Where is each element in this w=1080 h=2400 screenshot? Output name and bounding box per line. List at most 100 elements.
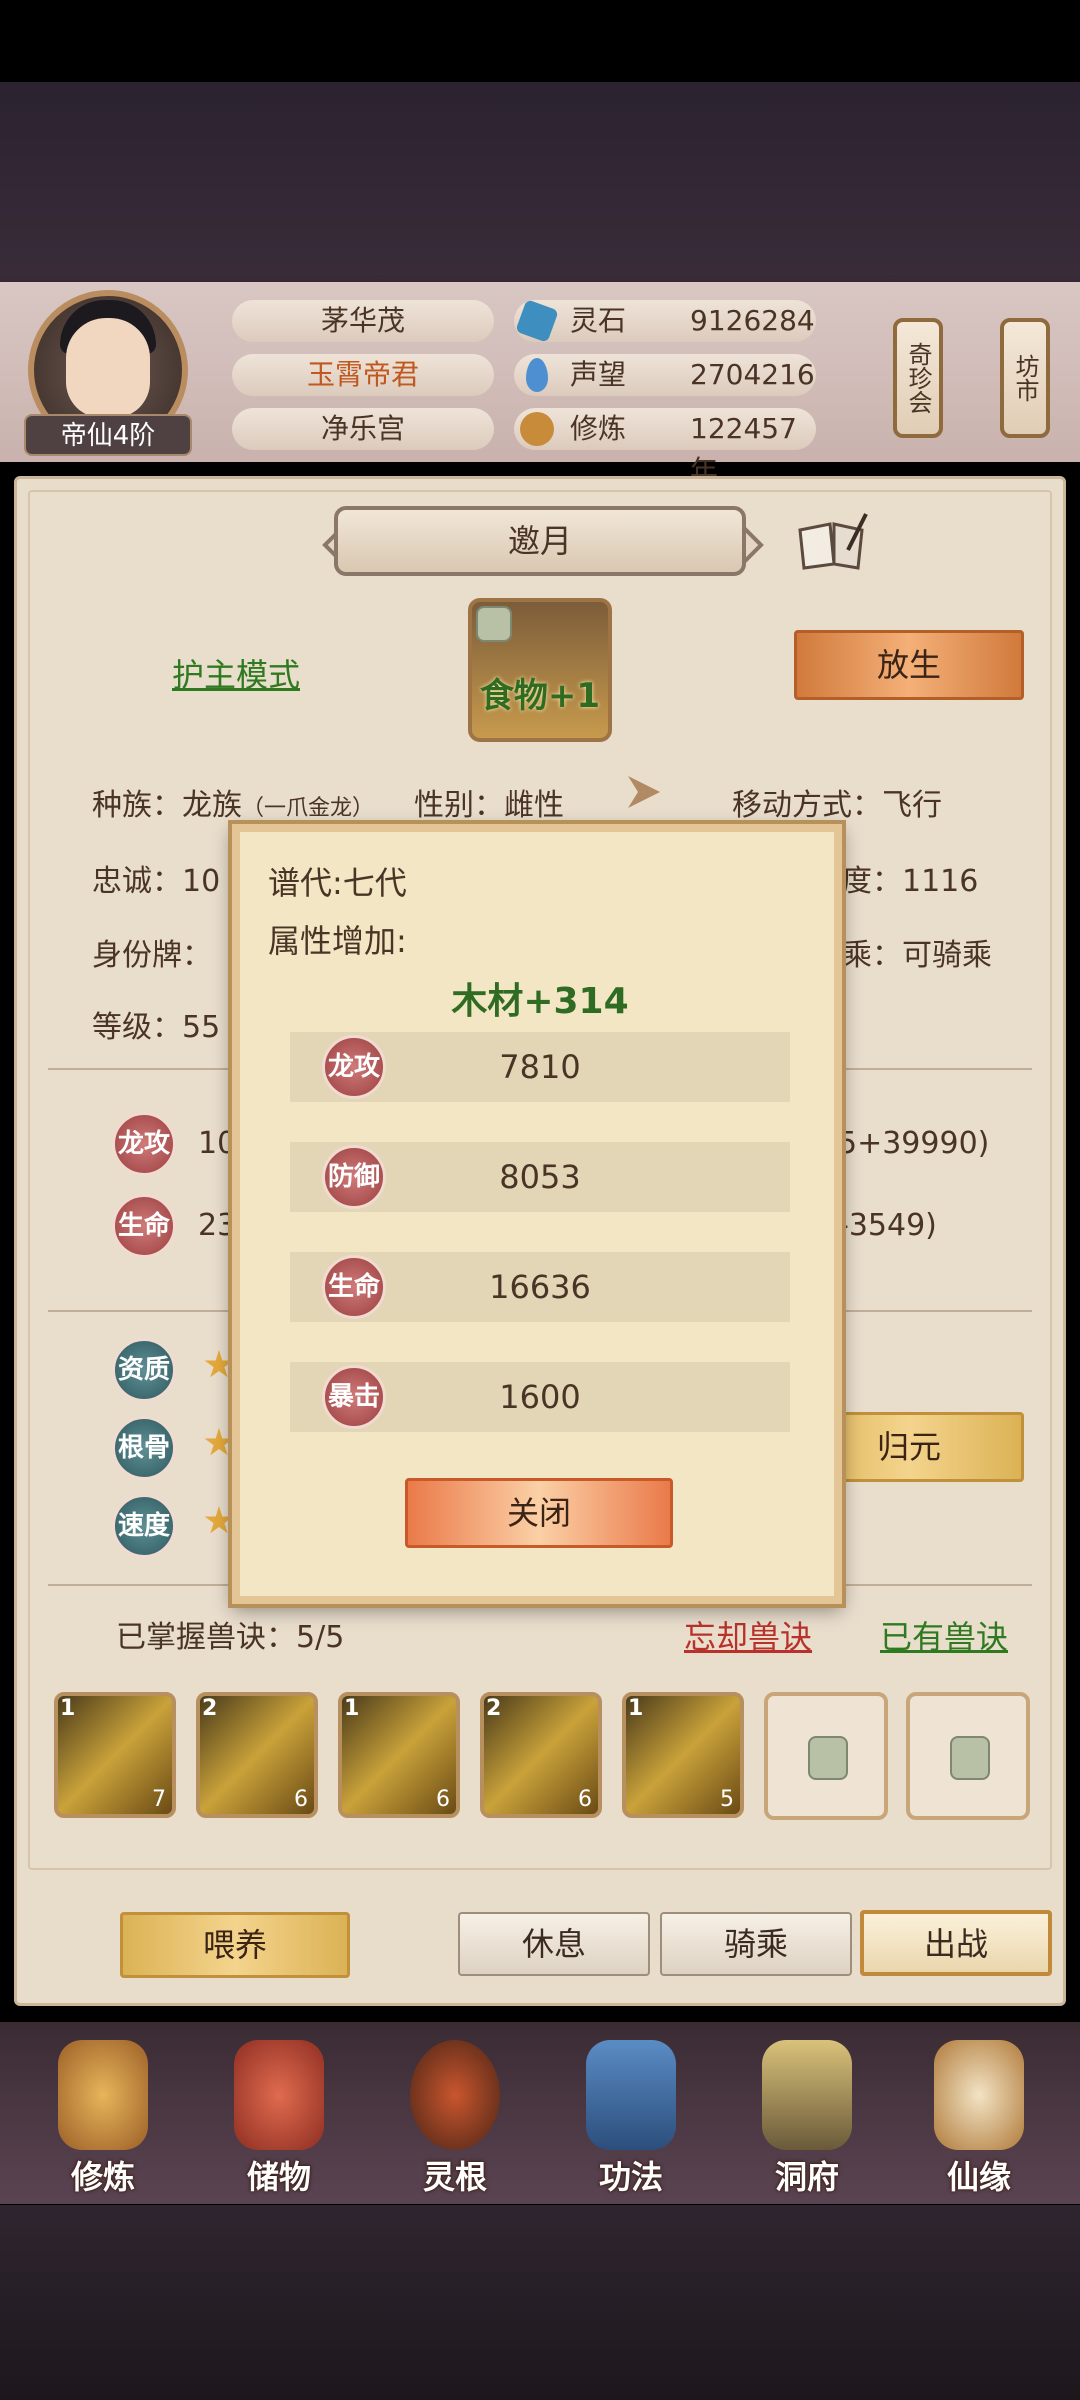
bottom-backdrop [0,2205,1080,2400]
resource-label: 灵石 [570,304,627,337]
race-value: 种族：龙族 [92,788,242,823]
stat-value: 8053 [499,1158,581,1196]
lock-icon [476,606,512,642]
dragon-attack-value: 10 [198,1126,237,1161]
skill-count: 6 [578,1787,592,1812]
ride-text: 乘：可骑乘 [842,938,992,973]
cultivate-icon [58,2040,148,2150]
nav-fate[interactable]: 仙缘 [904,2030,1054,2200]
attribute-increase-label: 属性增加: [268,922,407,960]
resource-value: 2704216 [690,358,815,391]
book-quill-icon[interactable] [796,510,868,570]
popup-stat-row: 暴击 1600 [290,1362,790,1432]
market-button[interactable]: 坊市 [1000,318,1050,438]
nav-label: 功法 [598,2158,663,2196]
level-text: 等级：55 [92,1010,221,1045]
race-detail: （一爪金龙） [242,796,375,821]
popup-stat-row: 生命 16636 [290,1252,790,1322]
prestige-icon [526,358,548,392]
generation-text: 谱代:七代 [268,864,407,902]
spirit-stone-icon [515,299,559,343]
nav-label: 洞府 [774,2158,839,2196]
cultivation-icon [520,412,554,446]
id-card-text: 身份牌： [92,938,212,973]
top-backdrop [0,82,1080,282]
loyalty-text: 忠诚：10 [92,864,221,899]
close-button[interactable]: 关闭 [405,1478,673,1548]
nav-technique[interactable]: 功法 [556,2030,706,2200]
player-sect: 净乐宫 [232,408,494,450]
food-bonus-text: 食物+1 [479,676,601,716]
treasure-fair-button[interactable]: 奇珍会 [893,318,943,438]
pet-name-plate[interactable]: 邀月 [334,506,746,576]
battle-button[interactable]: 出战 [860,1910,1052,1976]
movement-text: 移动方式：飞行 [732,788,942,823]
resource-cultivation: 修炼 122457年 [514,408,816,487]
nav-spirit-root[interactable]: 灵根 [380,2030,530,2200]
dragon-attack-badge: 龙攻 [112,1112,176,1176]
stat-value: 7810 [499,1048,581,1086]
skill-card[interactable]: 26 [196,1692,318,1818]
skill-level: 1 [60,1696,76,1721]
skill-card[interactable]: 15 [622,1692,744,1818]
bone-badge: 根骨 [112,1416,176,1480]
technique-icon [586,2040,676,2150]
stat-value: 1600 [499,1378,581,1416]
forget-skill-link[interactable]: 忘却兽诀 [684,1612,812,1658]
player-name: 茅华茂 [232,300,494,342]
quality-badge: 资质 [112,1338,176,1402]
nav-cave[interactable]: 洞府 [732,2030,882,2200]
player-title: 玉霄帝君 [232,354,494,396]
resource-prestige: 声望 2704216 [514,354,816,396]
resource-spirit-stone: 灵石 9126284 [514,299,816,343]
fate-icon [934,2040,1024,2150]
arrow-right-icon[interactable] [620,768,668,816]
resource-value: 9126284 [690,304,815,337]
popup-stat-row: 龙攻 7810 [290,1032,790,1102]
skill-level: 2 [202,1696,218,1721]
ride-button[interactable]: 骑乘 [660,1912,852,1976]
race-text: 种族：龙族（一爪金龙） [92,780,374,824]
skill-count: 6 [436,1787,450,1812]
nav-label: 修炼 [70,2158,135,2196]
resource-label: 修炼 [570,412,627,445]
cave-icon [762,2040,852,2150]
life-badge: 生命 [112,1194,176,1258]
resource-label: 声望 [570,358,627,391]
skill-count: 5 [720,1787,734,1812]
speed-badge: 速度 [112,1494,176,1558]
popup-stat-row: 防御 8053 [290,1142,790,1212]
skill-level: 1 [628,1696,644,1721]
storage-icon [234,2040,324,2150]
rank-badge: 帝仙4阶 [24,414,192,456]
skill-level: 2 [486,1696,502,1721]
life-extra: -3549) [838,1208,937,1243]
release-button[interactable]: 放生 [794,630,1024,700]
gender-text: 性别：雌性 [414,788,564,823]
wood-bonus-text: 木材+314 [451,981,629,1022]
nav-cultivate[interactable]: 修炼 [28,2030,178,2200]
rest-button[interactable]: 休息 [458,1912,650,1976]
empty-skill-slot[interactable] [764,1692,888,1820]
nav-storage[interactable]: 储物 [204,2030,354,2200]
skill-card[interactable]: 16 [338,1692,460,1818]
nav-label: 储物 [246,2158,311,2196]
skill-card[interactable]: 26 [480,1692,602,1818]
speed-text: 度：1116 [842,864,979,899]
guard-mode-link[interactable]: 护主模式 [172,650,300,696]
stat-value: 16636 [489,1268,591,1306]
spirit-root-icon [410,2040,500,2150]
skills-mastered-text: 已掌握兽诀：5/5 [116,1620,345,1655]
owned-skills-link[interactable]: 已有兽诀 [880,1612,1008,1658]
life-value: 23 [198,1208,237,1243]
nav-label: 灵根 [422,2158,487,2196]
top-bar [0,0,1080,82]
empty-skill-slot[interactable] [906,1692,1030,1820]
feed-button[interactable]: 喂养 [120,1912,350,1978]
lock-icon [808,1736,848,1780]
skill-card[interactable]: 17 [54,1692,176,1818]
skill-level: 1 [344,1696,360,1721]
skill-count: 7 [152,1787,166,1812]
skill-count: 6 [294,1787,308,1812]
avatar-face [66,318,150,418]
